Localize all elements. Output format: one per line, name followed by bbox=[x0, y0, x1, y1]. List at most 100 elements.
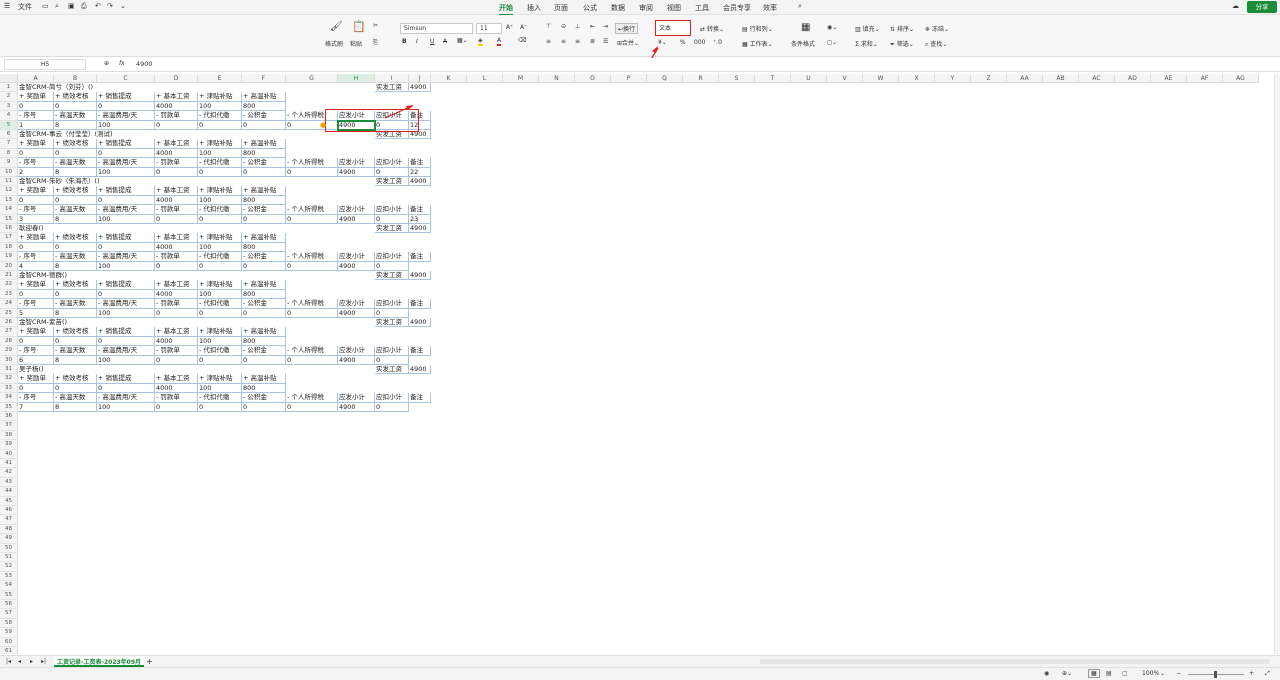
cell-F22[interactable]: + 高温补贴 bbox=[242, 280, 286, 290]
cell-C27[interactable]: + 销售提成 bbox=[97, 327, 155, 337]
column-header-AB[interactable]: AB bbox=[1043, 74, 1079, 83]
column-header-AD[interactable]: AD bbox=[1115, 74, 1151, 83]
cell-E9[interactable]: - 代扣代缴 bbox=[198, 158, 242, 168]
cell-A5[interactable]: 1 bbox=[18, 120, 54, 130]
vertical-scrollbar[interactable] bbox=[1274, 74, 1280, 654]
cell-J14[interactable]: 备注 bbox=[409, 205, 431, 215]
cell-G15[interactable]: 0 bbox=[286, 214, 338, 224]
cell-I24[interactable]: 应扣小计 bbox=[375, 299, 409, 309]
cell-E23[interactable]: 100 bbox=[198, 289, 242, 300]
cell-A17[interactable]: + 奖励单 bbox=[18, 233, 54, 243]
column-header-B[interactable]: B bbox=[54, 74, 97, 83]
cell-F2[interactable]: + 高温补贴 bbox=[242, 92, 286, 102]
cell-A21[interactable]: 金智CRM-德群() bbox=[18, 271, 375, 280]
column-header-Q[interactable]: Q bbox=[647, 74, 683, 83]
cell-E12[interactable]: + 津贴补贴 bbox=[198, 186, 242, 196]
cell-A32[interactable]: + 奖励单 bbox=[18, 374, 54, 384]
cell-B12[interactable]: + 绩效考核 bbox=[54, 186, 97, 196]
cell-B3[interactable]: 0 bbox=[54, 101, 97, 112]
cell-I26[interactable]: 实发工资 bbox=[375, 318, 409, 328]
cell-H10[interactable]: 4900 bbox=[338, 167, 375, 177]
column-header-U[interactable]: U bbox=[791, 74, 827, 83]
cell-E29[interactable]: - 代扣代缴 bbox=[198, 346, 242, 356]
cell-F27[interactable]: + 高温补贴 bbox=[242, 327, 286, 337]
column-header-X[interactable]: X bbox=[899, 74, 935, 83]
cell-A23[interactable]: 0 bbox=[18, 289, 54, 300]
cell-C14[interactable]: - 高温费用/天 bbox=[97, 205, 155, 215]
row-header-24[interactable]: 24 bbox=[0, 299, 18, 309]
row-header-49[interactable]: 49 bbox=[0, 534, 18, 544]
column-header-J[interactable]: J bbox=[409, 74, 431, 83]
cell-D22[interactable]: + 基本工资 bbox=[155, 280, 198, 290]
first-sheet-icon[interactable]: |◂ bbox=[6, 658, 11, 665]
cell-D4[interactable]: - 罚款单 bbox=[155, 111, 198, 121]
row-header-8[interactable]: 8 bbox=[0, 148, 18, 159]
cell-C22[interactable]: + 销售提成 bbox=[97, 280, 155, 290]
cell-E14[interactable]: - 代扣代缴 bbox=[198, 205, 242, 215]
column-header-T[interactable]: T bbox=[755, 74, 791, 83]
cell-F12[interactable]: + 高温补贴 bbox=[242, 186, 286, 196]
row-header-35[interactable]: 35 bbox=[0, 402, 18, 412]
cell-D20[interactable]: 0 bbox=[155, 261, 198, 271]
cell-A4[interactable]: - 序号 bbox=[18, 111, 54, 121]
zoom-dropdown-icon[interactable]: ⌄ bbox=[1160, 670, 1165, 677]
row-header-34[interactable]: 34 bbox=[0, 393, 18, 403]
cell-A31[interactable]: 吴子杨() bbox=[18, 365, 375, 374]
cell-A35[interactable]: 7 bbox=[18, 402, 54, 412]
row-header-22[interactable]: 22 bbox=[0, 280, 18, 290]
cell-C7[interactable]: + 销售提成 bbox=[97, 139, 155, 149]
cell-D34[interactable]: - 罚款单 bbox=[155, 393, 198, 403]
row-header-19[interactable]: 19 bbox=[0, 252, 18, 262]
column-header-S[interactable]: S bbox=[719, 74, 755, 83]
cell-J11[interactable]: 4900 bbox=[409, 177, 431, 187]
page-layout-icon[interactable]: ▤ bbox=[1106, 670, 1112, 677]
cell-C5[interactable]: 100 bbox=[97, 120, 155, 130]
cell-I15[interactable]: 0 bbox=[375, 214, 409, 224]
cell-E22[interactable]: + 津贴补贴 bbox=[198, 280, 242, 290]
row-header-46[interactable]: 46 bbox=[0, 506, 18, 516]
cell-J31[interactable]: 4900 bbox=[409, 365, 431, 375]
row-header-9[interactable]: 9 bbox=[0, 158, 18, 168]
cell-I30[interactable]: 0 bbox=[375, 355, 409, 365]
cell-F33[interactable]: 800 bbox=[242, 383, 286, 394]
cell-C34[interactable]: - 高温费用/天 bbox=[97, 393, 155, 403]
cell-G25[interactable]: 0 bbox=[286, 308, 338, 318]
cell-D27[interactable]: + 基本工资 bbox=[155, 327, 198, 337]
cell-A1[interactable]: 金智CRM-简兮（刘芬）() bbox=[18, 83, 375, 92]
row-header-52[interactable]: 52 bbox=[0, 562, 18, 572]
cell-F25[interactable]: 0 bbox=[242, 308, 286, 318]
column-header-G[interactable]: G bbox=[286, 74, 338, 83]
cell-E17[interactable]: + 津贴补贴 bbox=[198, 233, 242, 243]
cell-F9[interactable]: - 公积金 bbox=[242, 158, 286, 168]
cell-B33[interactable]: 0 bbox=[54, 383, 97, 394]
cell-H14[interactable]: 应发小计 bbox=[338, 205, 375, 215]
row-header-14[interactable]: 14 bbox=[0, 205, 18, 215]
eye-icon[interactable]: ◉ bbox=[1044, 670, 1049, 677]
cell-H20[interactable]: 4900 bbox=[338, 261, 375, 271]
cell-A14[interactable]: - 序号 bbox=[18, 205, 54, 215]
cell-E2[interactable]: + 津贴补贴 bbox=[198, 92, 242, 102]
cell-C8[interactable]: 0 bbox=[97, 148, 155, 159]
cell-J10[interactable]: 22 bbox=[409, 167, 431, 177]
cell-A22[interactable]: + 奖励单 bbox=[18, 280, 54, 290]
cell-E5[interactable]: 0 bbox=[198, 120, 242, 130]
row-header-7[interactable]: 7 bbox=[0, 139, 18, 149]
cell-I10[interactable]: 0 bbox=[375, 167, 409, 177]
cell-H34[interactable]: 应发小计 bbox=[338, 393, 375, 403]
cell-D28[interactable]: 4000 bbox=[155, 336, 198, 347]
row-header-51[interactable]: 51 bbox=[0, 553, 18, 563]
cell-B9[interactable]: - 高温天数 bbox=[54, 158, 97, 168]
cell-B24[interactable]: - 高温天数 bbox=[54, 299, 97, 309]
cell-F10[interactable]: 0 bbox=[242, 167, 286, 177]
cell-A15[interactable]: 3 bbox=[18, 214, 54, 224]
row-header-37[interactable]: 37 bbox=[0, 421, 18, 431]
cell-B30[interactable]: 8 bbox=[54, 355, 97, 365]
cell-C35[interactable]: 100 bbox=[97, 402, 155, 412]
cell-A29[interactable]: - 序号 bbox=[18, 346, 54, 356]
cell-F24[interactable]: - 公积金 bbox=[242, 299, 286, 309]
column-header-L[interactable]: L bbox=[467, 74, 503, 83]
zoom-level[interactable]: 100% bbox=[1142, 670, 1159, 677]
cell-F23[interactable]: 800 bbox=[242, 289, 286, 300]
cell-I31[interactable]: 实发工资 bbox=[375, 365, 409, 375]
cell-C13[interactable]: 0 bbox=[97, 195, 155, 206]
